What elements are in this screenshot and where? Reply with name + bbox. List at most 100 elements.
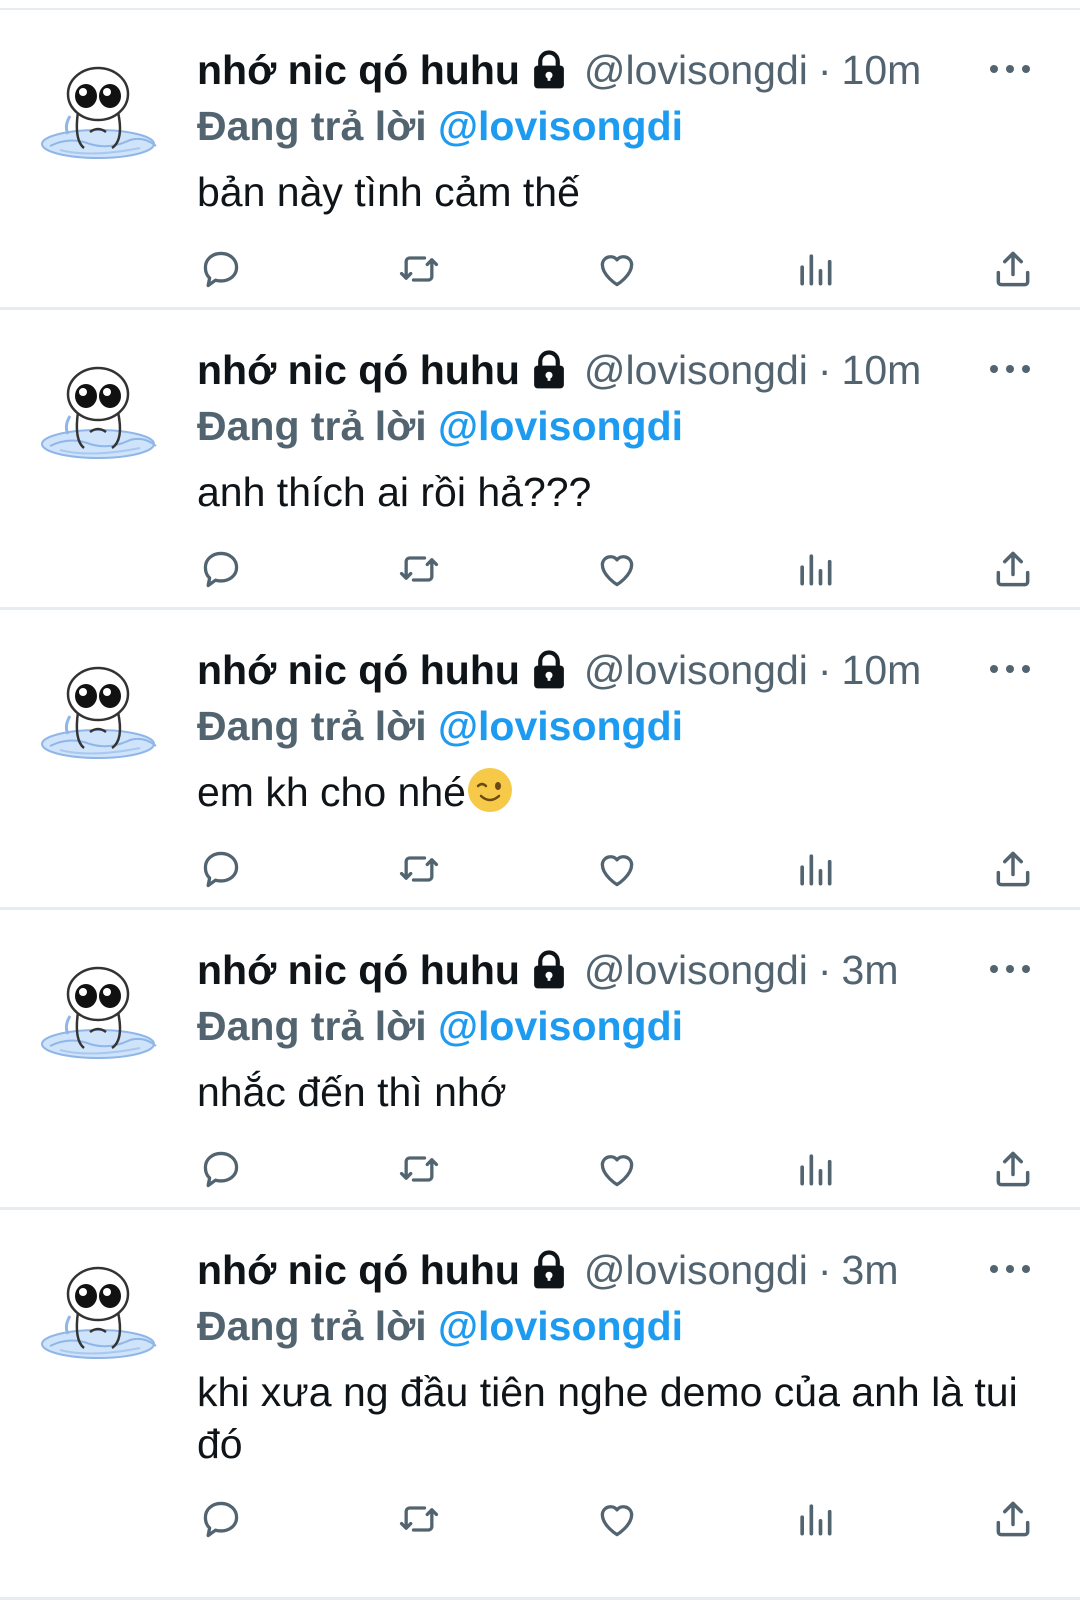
analytics-icon[interactable] — [791, 245, 839, 293]
lock-icon — [528, 649, 570, 691]
reply-prefix: Đang trả lời — [197, 1003, 427, 1049]
tweet-text: bản này tình cảm thế — [197, 166, 1040, 218]
retweet-icon[interactable] — [395, 545, 443, 593]
author-handle[interactable]: @lovisongdi — [584, 347, 808, 394]
tweet-text-content: anh thích ai rồi hả??? — [197, 469, 592, 515]
more-icon[interactable] — [980, 1244, 1040, 1294]
author-handle[interactable]: @lovisongdi — [584, 1247, 808, 1294]
timestamp[interactable]: 3m — [842, 1247, 899, 1294]
tweet-text-content: em kh cho nhé — [197, 769, 466, 815]
more-icon[interactable] — [980, 944, 1040, 994]
tweet-text: em kh cho nhé — [197, 766, 1040, 818]
avatar[interactable] — [40, 962, 158, 1062]
action-bar — [197, 1495, 1037, 1543]
tweet-text-content: nhắc đến thì nhớ — [197, 1069, 507, 1115]
heart-icon[interactable] — [593, 1495, 641, 1543]
avatar[interactable] — [40, 62, 158, 162]
tweet[interactable]: nhớ nic qó huhu @lovisongdi · 3m Đang tr… — [0, 910, 1080, 1210]
reply-context: Đang trả lời @lovisongdi — [197, 100, 1040, 152]
retweet-icon[interactable] — [395, 1495, 443, 1543]
tweet-body: nhớ nic qó huhu @lovisongdi · 10m Đang t… — [197, 340, 1040, 518]
tweet-body: nhớ nic qó huhu @lovisongdi · 10m Đang t… — [197, 640, 1040, 818]
more-icon[interactable] — [980, 344, 1040, 394]
share-icon[interactable] — [989, 845, 1037, 893]
timeline: nhớ nic qó huhu @lovisongdi · 10m Đang t… — [0, 0, 1080, 1600]
reply-mention[interactable]: @lovisongdi — [438, 1303, 683, 1349]
timestamp[interactable]: 10m — [842, 47, 922, 94]
reply-context: Đang trả lời @lovisongdi — [197, 1000, 1040, 1052]
tweet-body: nhớ nic qó huhu @lovisongdi · 3m Đang tr… — [197, 1240, 1040, 1470]
retweet-icon[interactable] — [395, 245, 443, 293]
separator-dot: · — [817, 346, 832, 393]
avatar[interactable] — [40, 362, 158, 462]
reply-context: Đang trả lời @lovisongdi — [197, 400, 1040, 452]
heart-icon[interactable] — [593, 845, 641, 893]
tweet[interactable]: nhớ nic qó huhu @lovisongdi · 10m Đang t… — [0, 10, 1080, 310]
tweet-header: nhớ nic qó huhu @lovisongdi · 3m — [197, 940, 1040, 1000]
author-name[interactable]: nhớ nic qó huhu — [197, 1247, 520, 1294]
lock-icon — [528, 49, 570, 91]
more-icon[interactable] — [980, 44, 1040, 94]
author-handle[interactable]: @lovisongdi — [584, 647, 808, 694]
share-icon[interactable] — [989, 545, 1037, 593]
author-handle[interactable]: @lovisongdi — [584, 947, 808, 994]
action-bar — [197, 1145, 1037, 1193]
separator-dot: · — [817, 46, 832, 93]
heart-icon[interactable] — [593, 1145, 641, 1193]
avatar[interactable] — [40, 1262, 158, 1362]
reply-icon[interactable] — [197, 1145, 245, 1193]
reply-icon[interactable] — [197, 845, 245, 893]
heart-icon[interactable] — [593, 245, 641, 293]
analytics-icon[interactable] — [791, 545, 839, 593]
tweet-body: nhớ nic qó huhu @lovisongdi · 3m Đang tr… — [197, 940, 1040, 1118]
tweet[interactable]: nhớ nic qó huhu @lovisongdi · 10m Đang t… — [0, 310, 1080, 610]
tweet-header: nhớ nic qó huhu @lovisongdi · 10m — [197, 340, 1040, 400]
analytics-icon[interactable] — [791, 1145, 839, 1193]
author-name[interactable]: nhớ nic qó huhu — [197, 347, 520, 394]
reply-mention[interactable]: @lovisongdi — [438, 403, 683, 449]
reply-prefix: Đang trả lời — [197, 1303, 427, 1349]
author-name[interactable]: nhớ nic qó huhu — [197, 47, 520, 94]
reply-icon[interactable] — [197, 545, 245, 593]
lock-icon — [528, 349, 570, 391]
avatar[interactable] — [40, 662, 158, 762]
share-icon[interactable] — [989, 245, 1037, 293]
reply-prefix: Đang trả lời — [197, 703, 427, 749]
separator-dot: · — [817, 1246, 832, 1293]
separator — [0, 0, 1080, 10]
share-icon[interactable] — [989, 1145, 1037, 1193]
reply-context: Đang trả lời @lovisongdi — [197, 1300, 1040, 1352]
reply-mention[interactable]: @lovisongdi — [438, 1003, 683, 1049]
reply-prefix: Đang trả lời — [197, 403, 427, 449]
reply-icon[interactable] — [197, 245, 245, 293]
reply-mention[interactable]: @lovisongdi — [438, 703, 683, 749]
tweet-text: khi xưa ng đầu tiên nghe demo của anh là… — [197, 1366, 1040, 1470]
tweet-text-content: bản này tình cảm thế — [197, 169, 580, 215]
tweet-header: nhớ nic qó huhu @lovisongdi · 3m — [197, 1240, 1040, 1300]
analytics-icon[interactable] — [791, 1495, 839, 1543]
author-handle[interactable]: @lovisongdi — [584, 47, 808, 94]
tweet-text: nhắc đến thì nhớ — [197, 1066, 1040, 1118]
retweet-icon[interactable] — [395, 1145, 443, 1193]
reply-mention[interactable]: @lovisongdi — [438, 103, 683, 149]
separator-dot: · — [817, 646, 832, 693]
lock-icon — [528, 1249, 570, 1291]
timestamp[interactable]: 10m — [842, 647, 922, 694]
tweet-header: nhớ nic qó huhu @lovisongdi · 10m — [197, 640, 1040, 700]
retweet-icon[interactable] — [395, 845, 443, 893]
tweet[interactable]: nhớ nic qó huhu @lovisongdi · 3m Đang tr… — [0, 1210, 1080, 1600]
timestamp[interactable]: 10m — [842, 347, 922, 394]
tweet[interactable]: nhớ nic qó huhu @lovisongdi · 10m Đang t… — [0, 610, 1080, 910]
share-icon[interactable] — [989, 1495, 1037, 1543]
more-icon[interactable] — [980, 644, 1040, 694]
tweet-text-content: khi xưa ng đầu tiên nghe demo của anh là… — [197, 1369, 1018, 1467]
heart-icon[interactable] — [593, 545, 641, 593]
action-bar — [197, 845, 1037, 893]
author-name[interactable]: nhớ nic qó huhu — [197, 947, 520, 994]
analytics-icon[interactable] — [791, 845, 839, 893]
timestamp[interactable]: 3m — [842, 947, 899, 994]
reply-context: Đang trả lời @lovisongdi — [197, 700, 1040, 752]
reply-prefix: Đang trả lời — [197, 103, 427, 149]
author-name[interactable]: nhớ nic qó huhu — [197, 647, 520, 694]
reply-icon[interactable] — [197, 1495, 245, 1543]
